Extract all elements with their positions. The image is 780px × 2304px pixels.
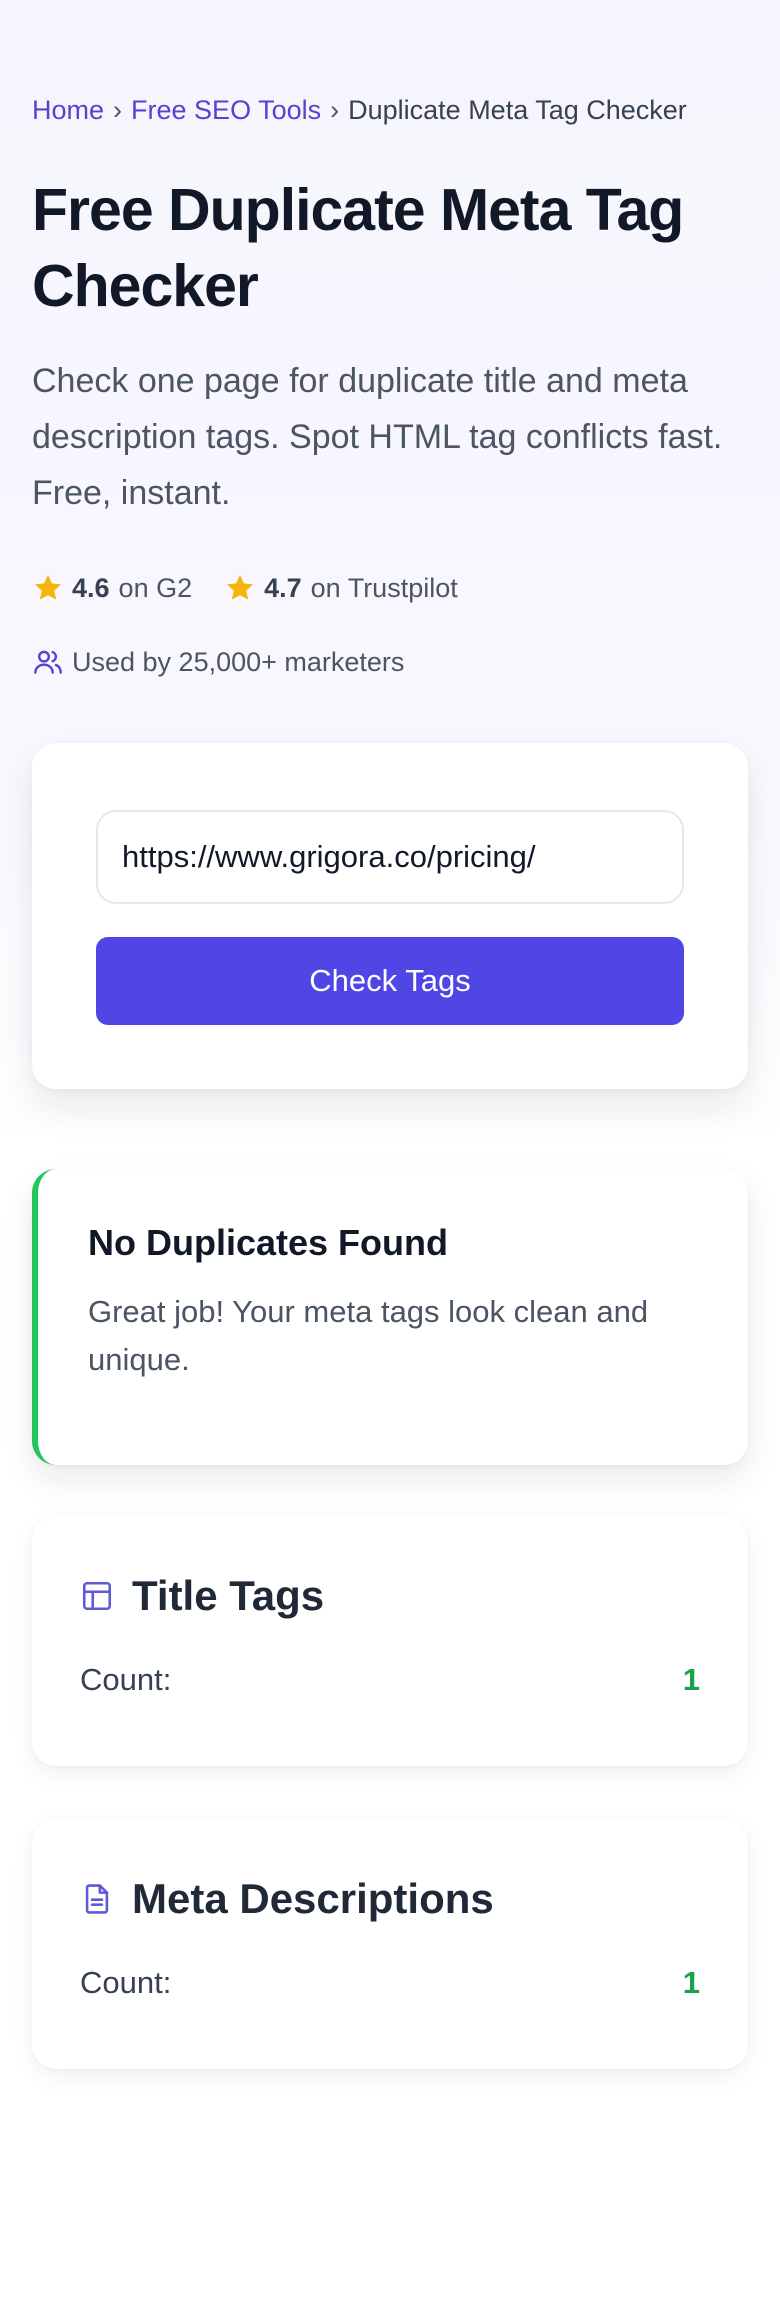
- page-title: Free Duplicate Meta Tag Checker: [32, 177, 684, 319]
- check-tags-button[interactable]: Check Tags: [96, 937, 684, 1025]
- breadcrumb: Home › Free SEO Tools › Duplicate Meta Tag C…: [32, 92, 687, 128]
- breadcrumb-separator: ›: [113, 95, 123, 125]
- checker-form-card: Check Tags: [32, 743, 748, 1089]
- meta-descriptions-header: Meta Descriptions: [80, 1869, 494, 1929]
- breadcrumb-seo-tools-link[interactable]: Free SEO Tools: [131, 95, 321, 125]
- star-icon: [227, 574, 254, 600]
- breadcrumb-current: Duplicate Meta Tag Checker: [348, 95, 687, 125]
- social-proof: Used by 25,000+ marketers: [32, 642, 404, 682]
- breadcrumb-separator: ›: [330, 95, 340, 125]
- document-icon: [85, 1884, 109, 1914]
- meta-descriptions-count-label: Count:: [80, 1965, 172, 2000]
- title-tags-heading: Title Tags: [132, 1572, 325, 1619]
- result-message: Great job! Your meta tags look clean and…: [88, 1294, 649, 1377]
- ratings-row: 4.6 on G2 4.7 on Trustpilot: [32, 568, 458, 608]
- users-icon: [34, 650, 62, 674]
- layout-icon: [82, 1581, 112, 1611]
- page: Home › Free SEO Tools › Duplicate Meta Tag C…: [0, 0, 780, 2304]
- result-title: No Duplicates Found: [88, 1222, 448, 1263]
- title-tags-header: Title Tags: [80, 1566, 324, 1626]
- page-subtitle: Check one page for duplicate title and m…: [32, 362, 723, 512]
- rating-platform: on G2: [118, 572, 193, 603]
- social-proof-text: Used by 25,000+ marketers: [72, 646, 405, 677]
- rating-platform: on Trustpilot: [310, 572, 458, 603]
- rating-g2: 4.6 on G2: [32, 572, 192, 604]
- meta-descriptions-card: Meta Descriptions Count: 1: [32, 1819, 748, 2069]
- star-icon: [34, 574, 62, 600]
- meta-descriptions-heading: Meta Descriptions: [132, 1875, 494, 1922]
- rating-score: 4.6: [72, 572, 110, 603]
- meta-descriptions-count-value: 1: [682, 1965, 700, 2000]
- breadcrumb-home-link[interactable]: Home: [32, 95, 104, 125]
- result-card: No Duplicates Found Great job! Your meta…: [32, 1169, 748, 1465]
- rating-score: 4.7: [264, 572, 302, 603]
- title-tags-count-value: 1: [682, 1662, 700, 1697]
- title-tags-count-label: Count:: [80, 1662, 172, 1697]
- url-input[interactable]: [96, 810, 684, 904]
- title-tags-card: Title Tags Count: 1: [32, 1516, 748, 1766]
- rating-trustpilot: 4.7 on Trustpilot: [224, 572, 458, 604]
